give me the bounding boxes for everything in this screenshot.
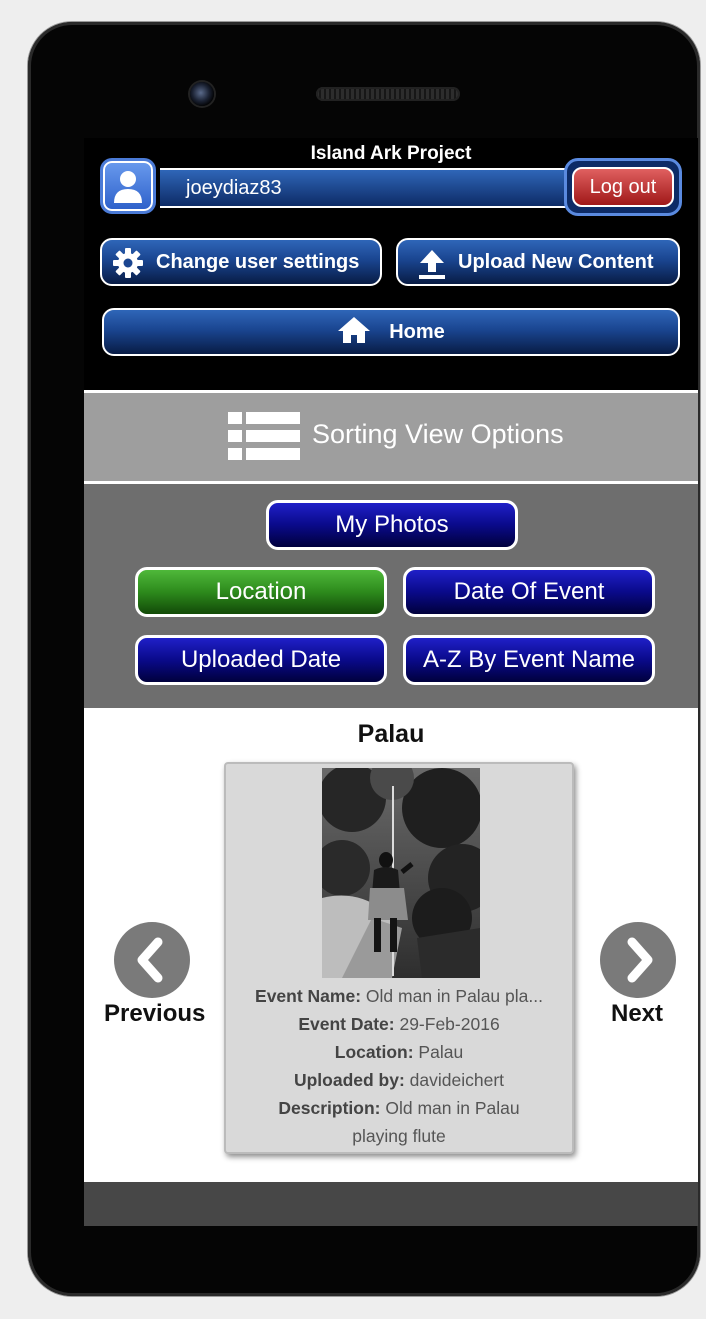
- gear-icon: [113, 248, 143, 278]
- previous-label[interactable]: Previous: [104, 1000, 205, 1028]
- camera-icon: [190, 82, 214, 106]
- event-date-value: 29-Feb-2016: [399, 1014, 500, 1034]
- next-button[interactable]: [600, 922, 676, 998]
- home-button[interactable]: Home: [102, 308, 680, 356]
- description-continuation: playing flute: [352, 1126, 446, 1146]
- event-date-row: Event Date: 29-Feb-2016: [226, 1010, 572, 1038]
- description-row: Description: Old man in Palau: [226, 1094, 572, 1122]
- sort-my-photos-button[interactable]: My Photos: [266, 500, 518, 550]
- change-settings-button[interactable]: Change user settings: [100, 238, 382, 286]
- chevron-left-icon: [137, 937, 163, 983]
- uploaded-by-label: Uploaded by:: [293, 1070, 405, 1090]
- chevron-right-icon: [627, 937, 653, 983]
- logout-button-frame: Log out: [564, 158, 682, 216]
- event-name-row: Event Name: Old man in Palau pla...: [226, 982, 572, 1010]
- location-value: Palau: [418, 1042, 464, 1062]
- description-value-line1: Old man in Palau: [385, 1098, 520, 1118]
- next-label[interactable]: Next: [611, 1000, 663, 1028]
- group-title: Palau: [357, 720, 425, 748]
- event-date-label: Event Date:: [298, 1014, 395, 1034]
- upload-content-button[interactable]: Upload New Content: [396, 238, 680, 286]
- previous-button[interactable]: [114, 922, 190, 998]
- change-settings-label: Change user settings: [156, 251, 360, 273]
- photo-card[interactable]: Event Name: Old man in Palau pla... Even…: [224, 762, 574, 1154]
- uploaded-by-row: Uploaded by: davideichert: [226, 1066, 572, 1094]
- user-icon: [114, 171, 142, 203]
- phone-frame: Island Ark Project joeydiaz83 Log out Ch…: [28, 22, 700, 1296]
- logout-button[interactable]: Log out: [572, 167, 674, 207]
- photo-details: Event Name: Old man in Palau pla... Even…: [226, 982, 572, 1150]
- list-icon: [228, 412, 300, 460]
- sort-uploaded-date-button[interactable]: Uploaded Date: [135, 635, 387, 685]
- speaker-grille: [316, 87, 460, 101]
- home-icon: [338, 317, 371, 343]
- username-display: joeydiaz83: [160, 168, 572, 208]
- avatar-button[interactable]: [100, 158, 156, 214]
- home-label: Home: [389, 321, 445, 343]
- upload-content-label: Upload New Content: [458, 251, 654, 273]
- footer-bar: [84, 1182, 698, 1226]
- sort-date-of-event-button[interactable]: Date Of Event: [403, 567, 655, 617]
- location-label: Location:: [334, 1042, 414, 1062]
- event-name-label: Event Name:: [255, 986, 362, 1006]
- sort-location-button[interactable]: Location: [135, 567, 387, 617]
- sort-az-event-name-button[interactable]: A-Z By Event Name: [403, 635, 655, 685]
- gallery-content: Palau Previous Next Event Name: Old man …: [84, 708, 698, 1182]
- upload-icon: [419, 250, 445, 279]
- app-screen: Island Ark Project joeydiaz83 Log out Ch…: [84, 138, 698, 1226]
- sorting-header[interactable]: Sorting View Options: [84, 390, 698, 484]
- sorting-title: Sorting View Options: [312, 419, 564, 449]
- description-label: Description:: [278, 1098, 381, 1118]
- event-photo[interactable]: [322, 768, 480, 978]
- event-name-value: Old man in Palau pla...: [365, 986, 543, 1006]
- uploaded-by-value: davideichert: [409, 1070, 505, 1090]
- sorting-options-panel: My Photos Location Date Of Event Uploade…: [84, 484, 698, 708]
- location-row: Location: Palau: [226, 1038, 572, 1066]
